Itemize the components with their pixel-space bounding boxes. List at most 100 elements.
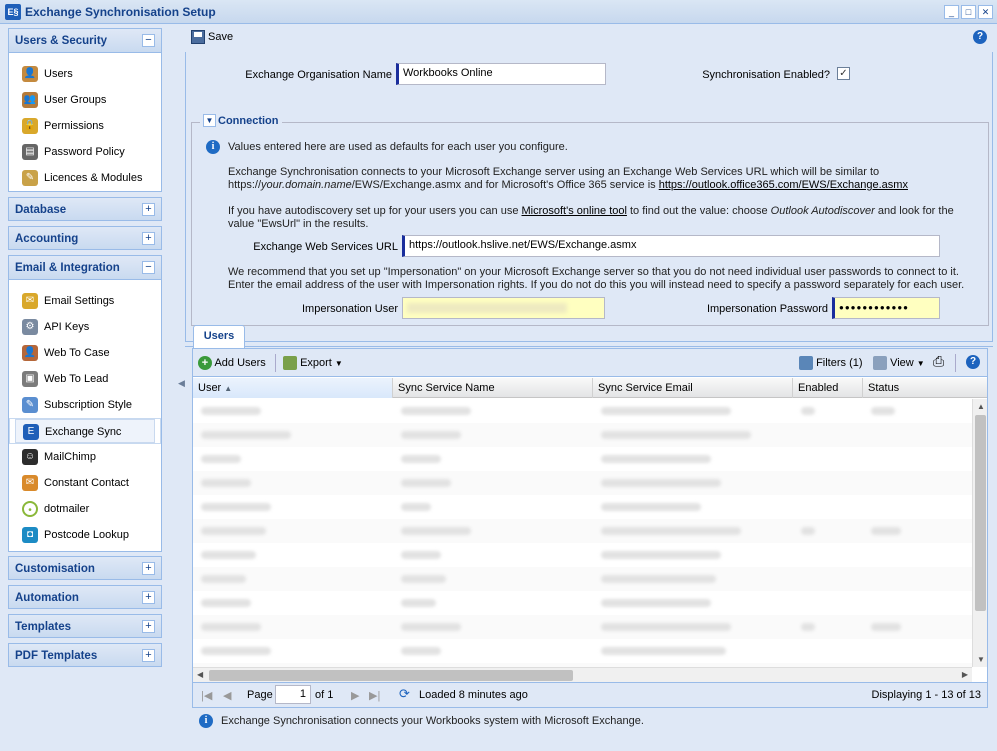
next-page-icon[interactable]: ▶ [351, 689, 359, 702]
sidebar-item-subscription-style[interactable]: ✎ Subscription Style [9, 392, 161, 418]
nav-group-accounting[interactable]: Accounting + [8, 226, 162, 250]
table-row[interactable] [193, 591, 972, 615]
column-header-enabled[interactable]: Enabled [793, 378, 863, 398]
minimize-button[interactable]: _ [944, 5, 959, 19]
sidebar-item-mailchimp[interactable]: ☺ MailChimp [9, 444, 161, 470]
scrollbar-thumb[interactable] [209, 670, 573, 681]
sidebar-item-permissions[interactable]: 🔒 Permissions [9, 113, 161, 139]
sidebar-item-user-groups[interactable]: 👥 User Groups [9, 87, 161, 113]
table-row[interactable] [193, 447, 972, 471]
nav-group-customisation[interactable]: Customisation + [8, 556, 162, 580]
redacted-cell [401, 551, 441, 559]
filters-button[interactable]: Filters (1) [799, 356, 863, 370]
nav-group-pdf-templates[interactable]: PDF Templates + [8, 643, 162, 667]
org-name-field[interactable]: Workbooks Online [396, 63, 606, 85]
collapse-sidebar-icon[interactable]: ◀ [178, 378, 185, 392]
table-row[interactable] [193, 471, 972, 495]
view-label: View [890, 356, 914, 369]
collapse-toggle-icon[interactable]: − [142, 34, 155, 47]
grid-toolbar: + Add Users Export ▼ Filters (1) View ▼ … [193, 349, 987, 377]
horizontal-scrollbar[interactable]: ◀ ▶ [193, 667, 972, 682]
table-row[interactable] [193, 615, 972, 639]
impersonation-user-field[interactable] [402, 297, 605, 319]
column-header-status[interactable]: Status [863, 378, 987, 398]
table-row[interactable] [193, 639, 972, 663]
table-row[interactable] [193, 519, 972, 543]
export-label: Export [300, 356, 332, 369]
settings-form: Exchange Organisation Name Workbooks Onl… [185, 52, 993, 342]
sidebar-item-web-to-lead[interactable]: ▣ Web To Lead [9, 366, 161, 392]
expand-toggle-icon[interactable]: + [142, 203, 155, 216]
collapse-toggle-icon[interactable]: ▼ [203, 114, 216, 127]
sidebar-item-constant-contact[interactable]: ✉ Constant Contact [9, 470, 161, 496]
help-icon[interactable]: ? [966, 355, 980, 369]
maximize-button[interactable]: □ [961, 5, 976, 19]
displaying-count: Displaying 1 - 13 of 13 [871, 689, 981, 701]
expand-toggle-icon[interactable]: + [142, 562, 155, 575]
column-header-sync-service-name[interactable]: Sync Service Name [393, 378, 593, 398]
window-title: Exchange Synchronisation Setup [25, 5, 216, 19]
nav-group-templates[interactable]: Templates + [8, 614, 162, 638]
sidebar-item-api-keys[interactable]: ⚙ API Keys [9, 314, 161, 340]
scroll-down-icon[interactable]: ▼ [977, 655, 985, 664]
sidebar-item-exchange-sync[interactable]: E Exchange Sync [9, 418, 161, 444]
scroll-right-icon[interactable]: ▶ [962, 670, 968, 679]
impersonation-password-field[interactable]: ●●●●●●●●●●●● [832, 297, 940, 319]
nav-group-automation[interactable]: Automation + [8, 585, 162, 609]
microsoft-online-tool-link[interactable]: Microsoft's online tool [522, 205, 627, 217]
sidebar-item-licences[interactable]: ✎ Licences & Modules [9, 165, 161, 191]
sidebar-item-dotmailer[interactable]: • dotmailer [9, 496, 161, 522]
add-users-button[interactable]: + Add Users [198, 356, 266, 370]
sync-enabled-checkbox[interactable]: ✓ [837, 67, 850, 80]
nav-group-title: PDF Templates [15, 650, 98, 662]
redacted-cell [401, 455, 441, 463]
refresh-icon[interactable]: ⟳ [399, 686, 410, 702]
previous-page-icon[interactable]: ◀ [223, 689, 231, 702]
save-button[interactable]: Save [191, 30, 233, 46]
sidebar-item-users[interactable]: 👤 Users [9, 61, 161, 87]
scroll-up-icon[interactable]: ▲ [977, 402, 985, 411]
help-icon[interactable]: ? [973, 30, 987, 44]
close-button[interactable]: ✕ [978, 5, 993, 19]
scroll-left-icon[interactable]: ◀ [197, 670, 203, 679]
office365-url-link[interactable]: https://outlook.office365.com/EWS/Exchan… [659, 179, 908, 191]
column-header-user[interactable]: User ▲ [193, 378, 393, 398]
table-row[interactable] [193, 543, 972, 567]
nav-group-database[interactable]: Database + [8, 197, 162, 221]
redacted-cell [871, 527, 901, 535]
table-row[interactable] [193, 423, 972, 447]
ews-url-field[interactable]: https://outlook.hslive.net/EWS/Exchange.… [402, 235, 940, 257]
vertical-scrollbar[interactable]: ▲ ▼ [972, 399, 987, 667]
expand-toggle-icon[interactable]: + [142, 620, 155, 633]
expand-toggle-icon[interactable]: + [142, 649, 155, 662]
connection-legend[interactable]: ▼ Connection [200, 114, 282, 130]
view-button[interactable]: View ▼ [873, 356, 925, 370]
expand-toggle-icon[interactable]: + [142, 591, 155, 604]
sidebar-item-postcode-lookup[interactable]: ◘ Postcode Lookup [9, 522, 161, 548]
sidebar-item-label: Email Settings [44, 295, 115, 307]
password-policy-icon: ▤ [22, 144, 38, 160]
page-number-input[interactable]: 1 [275, 685, 311, 704]
column-header-sync-service-email[interactable]: Sync Service Email [593, 378, 793, 398]
sidebar-item-web-to-case[interactable]: 👤 Web To Case [9, 340, 161, 366]
table-row[interactable] [193, 567, 972, 591]
table-row[interactable] [193, 399, 972, 423]
table-row[interactable] [193, 495, 972, 519]
redacted-cell [601, 599, 711, 607]
last-page-icon[interactable]: ▶| [369, 689, 380, 702]
print-icon[interactable]: ⎙ [933, 353, 944, 370]
nav-group-header[interactable]: Users & Security − [9, 29, 161, 53]
defaults-note: Values entered here are used as defaults… [228, 141, 568, 153]
redacted-cell [601, 431, 751, 439]
sidebar-item-password-policy[interactable]: ▤ Password Policy [9, 139, 161, 165]
sidebar-item-email-settings[interactable]: ✉ Email Settings [9, 288, 161, 314]
nav-group-header[interactable]: Email & Integration − [9, 256, 161, 280]
redacted-cell [401, 575, 446, 583]
redacted-cell [601, 551, 721, 559]
expand-toggle-icon[interactable]: + [142, 232, 155, 245]
scrollbar-thumb[interactable] [975, 415, 986, 611]
collapse-toggle-icon[interactable]: − [142, 261, 155, 274]
export-button[interactable]: Export ▼ [283, 356, 343, 370]
tab-users[interactable]: Users [193, 325, 245, 348]
first-page-icon[interactable]: |◀ [201, 689, 212, 702]
